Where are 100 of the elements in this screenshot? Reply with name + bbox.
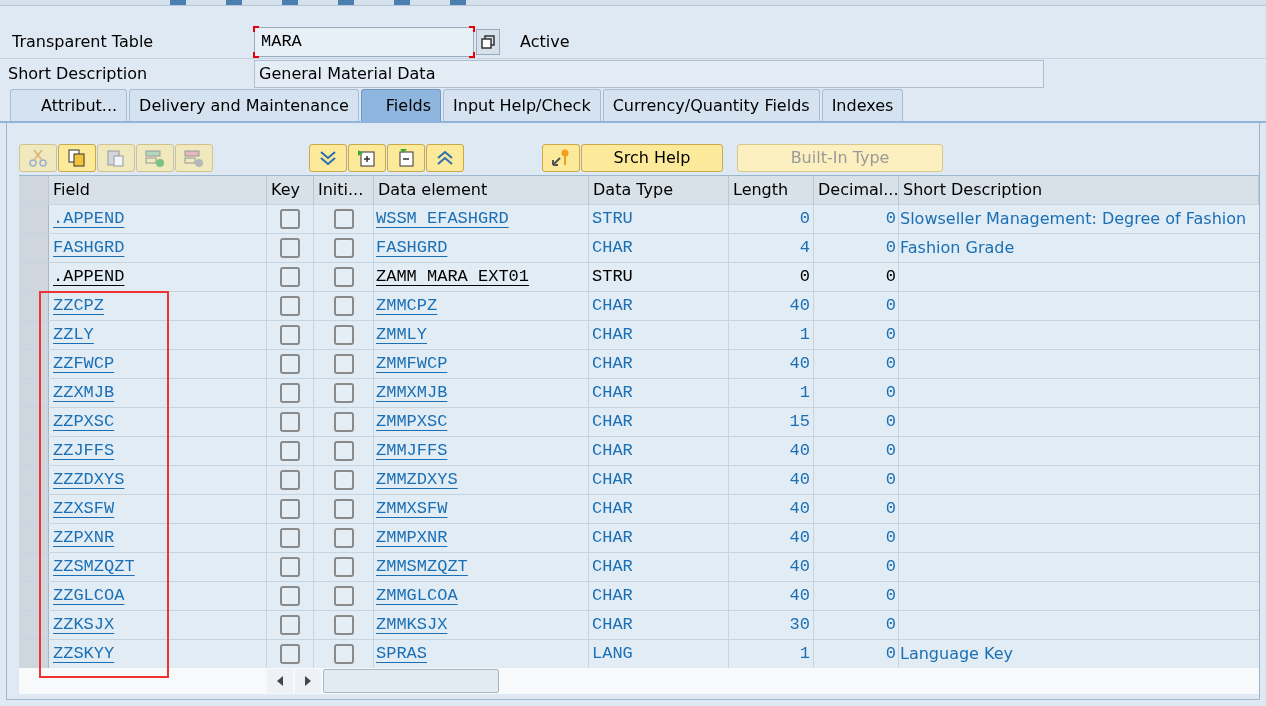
row-selector[interactable] <box>19 292 49 320</box>
paste-icon[interactable] <box>97 144 135 172</box>
field-link[interactable]: ZZXSFW <box>53 496 115 522</box>
checkbox[interactable] <box>280 412 300 432</box>
data-element-link[interactable]: ZMMPXNR <box>376 525 448 551</box>
checkbox[interactable] <box>333 557 354 577</box>
checkbox[interactable] <box>280 354 300 374</box>
data-element-link[interactable]: ZMMXSFW <box>376 496 448 522</box>
checkbox[interactable] <box>333 383 354 403</box>
data-element-link[interactable]: ZMMXMJB <box>376 380 448 406</box>
data-element-link[interactable]: ZMMPXSC <box>376 409 448 435</box>
scroll-left-button[interactable] <box>267 669 293 693</box>
tab[interactable]: Fields <box>360 89 442 121</box>
data-element-link[interactable]: SPRAS <box>376 641 427 667</box>
field-link[interactable]: ZZXMJB <box>53 380 115 406</box>
checkbox[interactable] <box>333 586 354 606</box>
checkbox[interactable] <box>280 470 300 490</box>
checkbox[interactable] <box>333 615 354 635</box>
row-selector[interactable] <box>19 524 49 552</box>
remove-icon[interactable] <box>387 144 425 172</box>
checkbox[interactable] <box>333 325 354 345</box>
checkbox[interactable] <box>280 238 300 258</box>
row-selector[interactable] <box>19 466 49 494</box>
table-name-field[interactable]: MARA <box>254 27 474 57</box>
collapse-icon[interactable] <box>426 144 464 172</box>
field-link[interactable]: ZZKSJX <box>53 612 115 638</box>
field-link[interactable]: ZZJFFS <box>53 438 115 464</box>
tab[interactable]: Input Help/Check <box>443 89 601 121</box>
checkbox[interactable] <box>280 499 300 519</box>
checkbox[interactable] <box>333 499 354 519</box>
data-element-link[interactable]: ZMMKSJX <box>376 612 448 638</box>
checkbox[interactable] <box>280 644 300 664</box>
row-selector[interactable] <box>19 611 49 639</box>
checkbox[interactable] <box>280 441 300 461</box>
row-selector[interactable] <box>19 379 49 407</box>
row-selector[interactable] <box>19 408 49 436</box>
checkbox[interactable] <box>333 267 354 287</box>
checkbox[interactable] <box>280 383 300 403</box>
insert-icon[interactable] <box>348 144 386 172</box>
checkbox[interactable] <box>333 441 354 461</box>
checkbox[interactable] <box>333 354 354 374</box>
data-element-link[interactable]: ZMMFWCP <box>376 351 448 377</box>
checkbox[interactable] <box>280 296 300 316</box>
field-link[interactable]: ZZZDXYS <box>53 467 125 493</box>
field-link[interactable]: ZZFWCP <box>53 351 115 377</box>
checkbox[interactable] <box>280 325 300 345</box>
row-selector[interactable] <box>19 495 49 523</box>
field-link[interactable]: .APPEND <box>53 264 125 290</box>
row-selector[interactable] <box>19 640 49 668</box>
delete-row-icon[interactable] <box>175 144 213 172</box>
row-selector[interactable] <box>19 437 49 465</box>
data-element-link[interactable]: ZMMGLCOA <box>376 583 458 609</box>
field-link[interactable]: ZZGLCOA <box>53 583 125 609</box>
row-selector[interactable] <box>19 350 49 378</box>
checkbox[interactable] <box>333 528 354 548</box>
tab[interactable]: Currency/Quantity Fields <box>602 89 820 121</box>
field-link[interactable]: ZZSKYY <box>53 641 115 667</box>
row-selector[interactable] <box>19 582 49 610</box>
checkbox[interactable] <box>280 586 300 606</box>
tab[interactable]: Delivery and Maintenance <box>129 89 359 121</box>
expand-icon[interactable] <box>309 144 347 172</box>
select-all-cell[interactable] <box>19 176 49 204</box>
scroll-right-button[interactable] <box>295 669 321 693</box>
scissors-icon[interactable] <box>19 144 57 172</box>
data-element-link[interactable]: ZMMLY <box>376 322 427 348</box>
toolbar-button[interactable]: Srch Help <box>581 144 723 172</box>
field-link[interactable]: ZZCPZ <box>53 293 104 319</box>
checkbox[interactable] <box>280 267 300 287</box>
checkbox[interactable] <box>333 209 354 229</box>
field-link[interactable]: ZZPXNR <box>53 525 115 551</box>
data-element-link[interactable]: WSSM EFASHGRD <box>376 206 509 232</box>
field-link[interactable]: FASHGRD <box>53 235 125 261</box>
field-link[interactable]: .APPEND <box>53 206 125 232</box>
data-element-link[interactable]: ZMMSMZQZT <box>376 554 468 580</box>
scrollbar-thumb[interactable] <box>323 669 499 693</box>
data-element-link[interactable]: FASHGRD <box>376 235 448 261</box>
copy-icon[interactable] <box>58 144 96 172</box>
tab[interactable]: Indexes <box>821 89 904 121</box>
row-selector[interactable] <box>19 553 49 581</box>
checkbox[interactable] <box>333 644 354 664</box>
checkbox[interactable] <box>280 209 300 229</box>
data-element-link[interactable]: ZAMM MARA EXT01 <box>376 264 530 290</box>
checkbox[interactable] <box>280 528 300 548</box>
description-field[interactable]: General Material Data <box>254 59 1044 88</box>
tab[interactable]: Attribut... <box>10 89 128 121</box>
checkbox[interactable] <box>280 615 300 635</box>
data-element-link[interactable]: ZMMCPZ <box>376 293 438 319</box>
checkbox[interactable] <box>333 470 354 490</box>
field-link[interactable]: ZZPXSC <box>53 409 115 435</box>
checkbox[interactable] <box>333 296 354 316</box>
field-link[interactable]: ZZLY <box>53 322 94 348</box>
row-selector[interactable] <box>19 321 49 349</box>
key-icon[interactable] <box>542 144 580 172</box>
field-link[interactable]: ZZSMZQZT <box>53 554 135 580</box>
checkbox[interactable] <box>280 557 300 577</box>
data-element-link[interactable]: ZMMZDXYS <box>376 467 458 493</box>
data-element-link[interactable]: ZMMJFFS <box>376 438 448 464</box>
copy-icon[interactable] <box>476 29 500 55</box>
checkbox[interactable] <box>333 238 354 258</box>
checkbox[interactable] <box>333 412 354 432</box>
